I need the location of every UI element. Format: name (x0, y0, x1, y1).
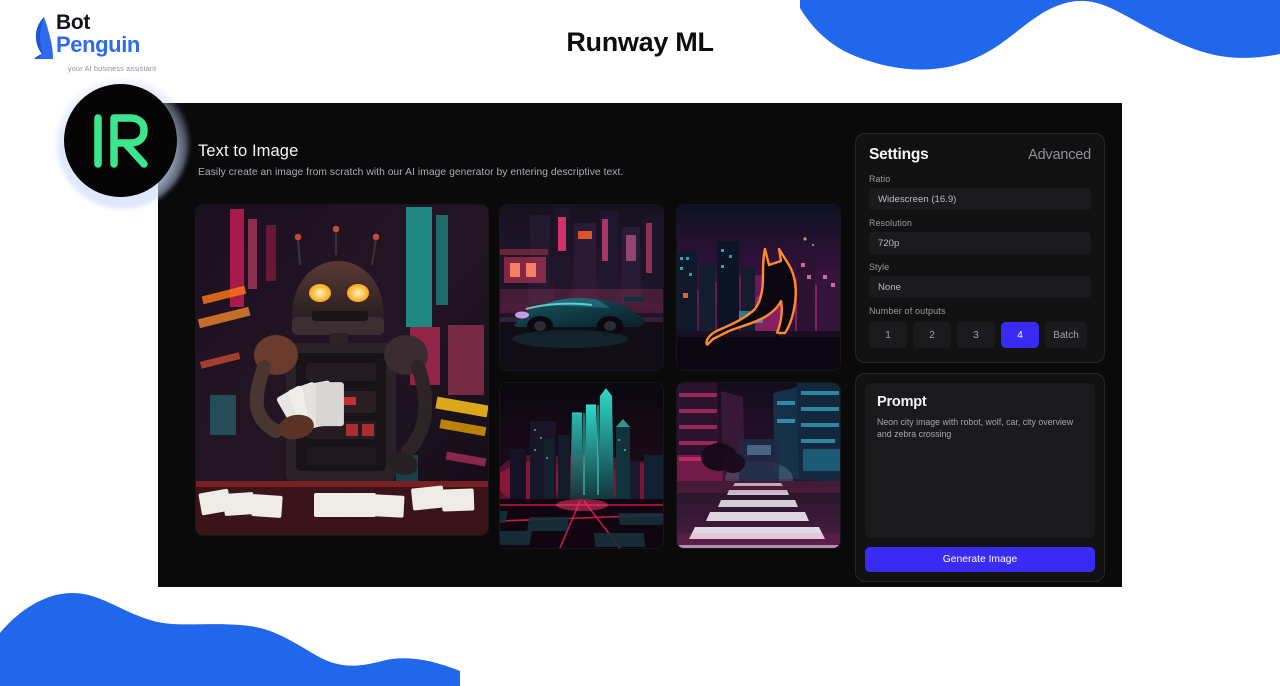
field-style: Style None (869, 262, 1091, 298)
settings-header: Settings Advanced (869, 146, 1091, 164)
gallery-item-city-overview[interactable] (500, 383, 663, 548)
field-style-value[interactable]: None (869, 276, 1091, 298)
field-resolution-value[interactable]: 720p (869, 232, 1091, 254)
section-heading: Text to Image Easily create an image fro… (198, 142, 623, 178)
section-subtitle: Easily create an image from scratch with… (198, 167, 624, 178)
field-resolution-label: Resolution (869, 218, 913, 228)
output-option-3[interactable]: 3 (957, 322, 995, 348)
field-ratio-value[interactable]: Widescreen (16.9) (869, 188, 1091, 210)
gallery-item-wolf[interactable] (677, 205, 840, 370)
page-root: Bot Penguin your AI business assistant R… (0, 0, 1280, 686)
page-title: Runway ML (566, 27, 714, 57)
field-ratio: Ratio Widescreen (16.9) (869, 174, 1091, 210)
runway-r-logo-icon (93, 113, 148, 168)
generate-image-button[interactable]: Generate Image (865, 547, 1095, 572)
brand-tagline: your AI business assistant (68, 64, 157, 73)
outputs-row: 1 2 3 4 Batch (869, 322, 1091, 348)
field-style-label: Style (869, 262, 890, 272)
field-ratio-label: Ratio (869, 174, 891, 184)
decorative-wave-bottom-left (0, 593, 460, 686)
output-option-1[interactable]: 1 (869, 322, 907, 348)
prompt-input[interactable]: Prompt Neon city image with robot, wolf,… (865, 383, 1095, 538)
output-option-4[interactable]: 4 (1001, 322, 1039, 348)
gallery-item-car[interactable] (500, 205, 663, 370)
settings-title: Settings (869, 146, 929, 163)
prompt-card: Prompt Neon city image with robot, wolf,… (855, 373, 1105, 582)
output-option-batch[interactable]: Batch (1045, 322, 1087, 348)
section-title: Text to Image (198, 142, 299, 160)
outputs-label: Number of outputs (869, 306, 946, 316)
gallery-item-zebra-crossing[interactable] (677, 383, 840, 548)
settings-card: Settings Advanced Ratio Widescreen (16.9… (855, 133, 1105, 363)
prompt-text: Neon city image with robot, wolf, car, c… (877, 417, 1074, 440)
advanced-link[interactable]: Advanced (1028, 147, 1091, 163)
right-rail: Settings Advanced Ratio Widescreen (16.9… (855, 133, 1105, 582)
output-option-2[interactable]: 2 (913, 322, 951, 348)
field-resolution: Resolution 720p (869, 218, 1091, 254)
prompt-title: Prompt (877, 394, 927, 410)
runway-logo-badge (64, 84, 177, 197)
gallery-item-robot[interactable] (196, 205, 488, 535)
